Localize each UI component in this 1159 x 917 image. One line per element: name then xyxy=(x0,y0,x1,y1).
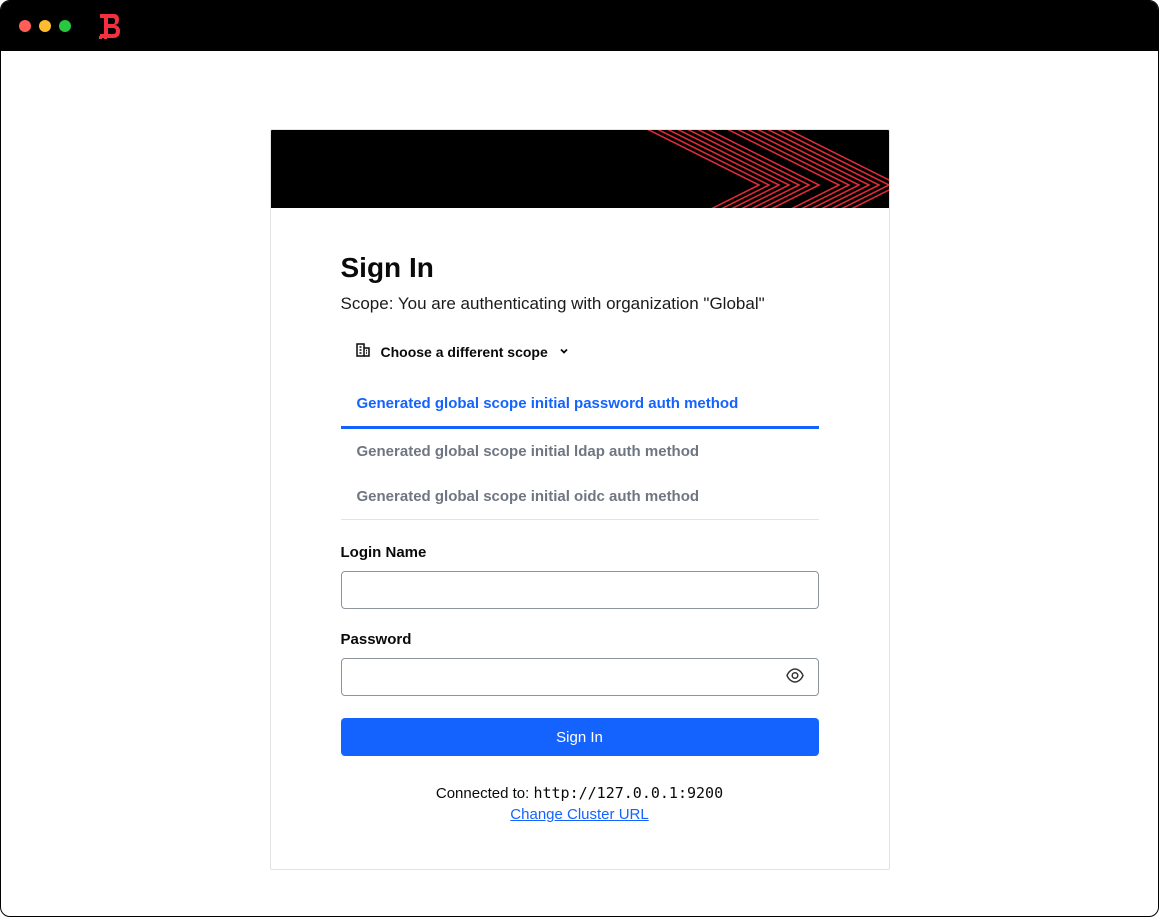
login-name-label: Login Name xyxy=(341,544,819,561)
connected-to-label: Connected to: xyxy=(436,785,534,802)
app-logo-icon xyxy=(97,12,123,40)
app-window: Sign In Scope: You are authenticating wi… xyxy=(0,0,1159,917)
connection-footer: Connected to: http://127.0.0.1:9200 Chan… xyxy=(341,784,819,823)
titlebar xyxy=(1,1,1158,51)
signin-card: Sign In Scope: You are authenticating wi… xyxy=(270,129,890,870)
minimize-window-button[interactable] xyxy=(39,20,51,32)
close-window-button[interactable] xyxy=(19,20,31,32)
login-name-input[interactable] xyxy=(341,571,819,609)
chevron-down-icon xyxy=(558,344,570,360)
toggle-password-visibility-button[interactable] xyxy=(781,662,809,693)
password-input[interactable] xyxy=(341,658,819,696)
content-area: Sign In Scope: You are authenticating wi… xyxy=(1,51,1158,870)
building-icon xyxy=(355,342,371,361)
auth-method-password[interactable]: Generated global scope initial password … xyxy=(341,381,819,429)
password-field-group: Password xyxy=(341,631,819,696)
cluster-url-text: http://127.0.0.1:9200 xyxy=(533,784,723,802)
auth-method-ldap[interactable]: Generated global scope initial ldap auth… xyxy=(341,429,819,474)
eye-icon xyxy=(785,666,805,689)
card-header-decoration xyxy=(271,130,889,208)
login-name-field-group: Login Name xyxy=(341,544,819,609)
choose-scope-label: Choose a different scope xyxy=(381,344,548,360)
choose-scope-button[interactable]: Choose a different scope xyxy=(355,342,570,361)
auth-method-oidc[interactable]: Generated global scope initial oidc auth… xyxy=(341,474,819,519)
change-cluster-url-link[interactable]: Change Cluster URL xyxy=(510,806,648,823)
password-label: Password xyxy=(341,631,819,648)
signin-button[interactable]: Sign In xyxy=(341,718,819,756)
scope-description: Scope: You are authenticating with organ… xyxy=(341,294,819,314)
page-title: Sign In xyxy=(341,252,819,284)
card-body: Sign In Scope: You are authenticating wi… xyxy=(271,208,889,869)
maximize-window-button[interactable] xyxy=(59,20,71,32)
divider xyxy=(341,519,819,520)
auth-method-tabs: Generated global scope initial password … xyxy=(341,381,819,519)
window-controls xyxy=(19,20,71,32)
